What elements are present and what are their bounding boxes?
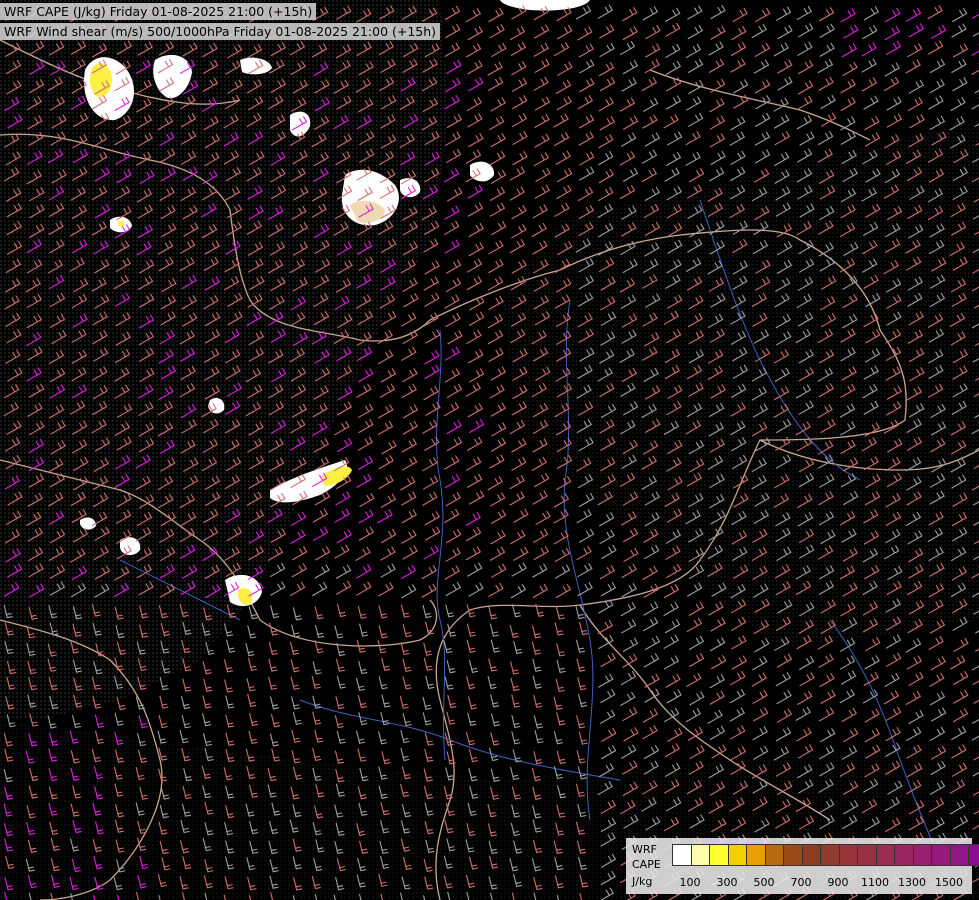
legend-swatch xyxy=(802,845,821,865)
legend-color-bar xyxy=(672,844,979,866)
legend-tick-label: 1500 xyxy=(935,876,963,889)
legend-swatch xyxy=(710,845,729,865)
legend-tick-label: 900 xyxy=(827,876,849,889)
legend-tick-label: 700 xyxy=(790,876,812,889)
legend-tick-label: 100 xyxy=(679,876,701,889)
legend-tick-label: 300 xyxy=(716,876,738,889)
legend-swatch xyxy=(876,845,895,865)
cape-legend: WRF CAPE J/kg 100 300 500 700 900 1100 1300 150… xyxy=(626,838,979,894)
legend-variable-label: CAPE xyxy=(632,858,661,871)
legend-swatch xyxy=(839,845,858,865)
legend-swatch xyxy=(950,845,969,865)
wind-shear-title: WRF Wind shear (m/s) 500/1000hPa Friday … xyxy=(0,23,441,40)
legend-model-label: WRF xyxy=(632,843,657,856)
legend-swatch xyxy=(913,845,932,865)
legend-swatch xyxy=(673,845,692,865)
weather-map xyxy=(0,0,979,900)
cape-title: WRF CAPE (J/kg) Friday 01-08-2025 21:00 … xyxy=(0,3,317,20)
legend-swatch xyxy=(858,845,877,865)
legend-tick-label: 1100 xyxy=(861,876,889,889)
legend-swatch xyxy=(821,845,840,865)
legend-tick-label: 1300 xyxy=(898,876,926,889)
legend-tick-label: 500 xyxy=(753,876,775,889)
legend-swatch xyxy=(932,845,951,865)
legend-swatch xyxy=(765,845,784,865)
legend-swatch xyxy=(895,845,914,865)
legend-swatch xyxy=(747,845,766,865)
legend-swatch xyxy=(728,845,747,865)
legend-unit-label: J/kg xyxy=(632,875,653,888)
legend-swatch xyxy=(969,845,979,865)
legend-swatch xyxy=(691,845,710,865)
legend-swatch xyxy=(784,845,803,865)
